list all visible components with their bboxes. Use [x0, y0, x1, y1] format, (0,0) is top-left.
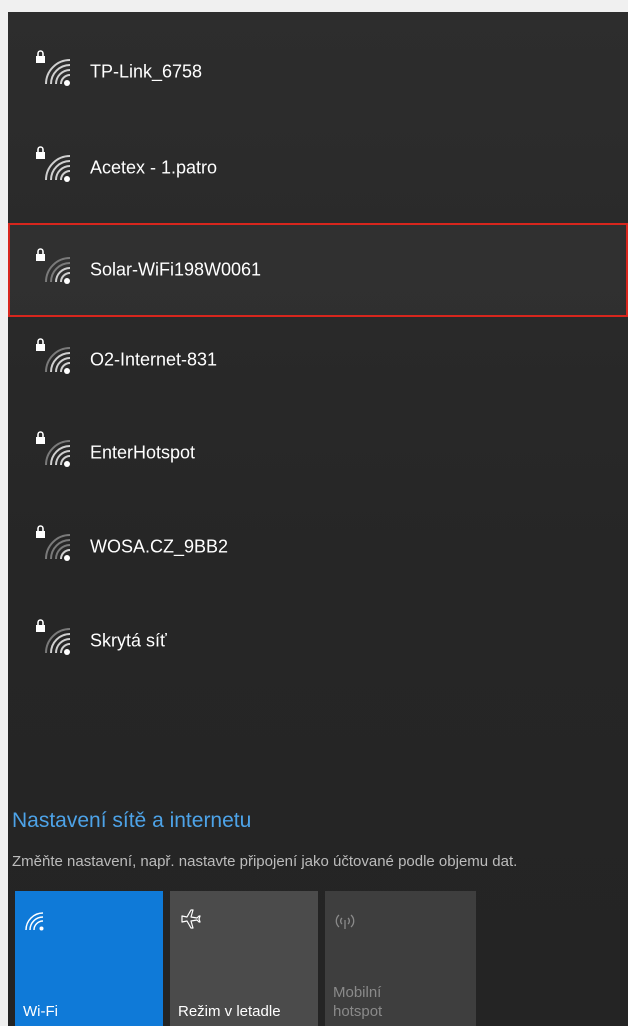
wifi-tile-label: Wi-Fi	[23, 1003, 58, 1020]
network-item[interactable]: TP-Link_6758	[8, 27, 628, 117]
network-item[interactable]: Acetex - 1.patro	[8, 123, 628, 213]
mobile-hotspot-tile[interactable]: Mobilní hotspot	[325, 891, 476, 1026]
airplane-tile-label: Režim v letadle	[178, 1003, 281, 1020]
secured-wifi-icon	[36, 431, 71, 467]
airplane-icon	[181, 909, 201, 929]
secured-wifi-icon	[36, 146, 71, 182]
network-name: O2-Internet-831	[90, 349, 218, 370]
network-item[interactable]: EnterHotspot	[8, 408, 628, 498]
hotspot-label-line2: hotspot	[333, 1003, 383, 1020]
network-name: Solar-WiFi198W0061	[90, 259, 262, 280]
network-name: WOSA.CZ_9BB2	[90, 536, 229, 557]
secured-wifi-icon	[36, 525, 71, 561]
network-item[interactable]: WOSA.CZ_9BB2	[8, 502, 628, 592]
hotspot-tile-label: Mobilní hotspot	[333, 983, 382, 1021]
secured-wifi-icon	[36, 619, 71, 655]
network-name: Acetex - 1.patro	[90, 157, 218, 178]
wifi-icon	[25, 912, 44, 931]
secured-wifi-icon	[36, 338, 71, 374]
network-name: Skrytá síť	[90, 630, 167, 651]
network-flyout: TP-Link_6758 Acetex - 1.patro Solar-WiFi…	[8, 12, 628, 1026]
network-name: EnterHotspot	[90, 442, 196, 463]
network-settings-link[interactable]: Nastavení sítě a internetu	[12, 809, 251, 833]
airplane-mode-tile[interactable]: Režim v letadle	[170, 891, 318, 1026]
network-settings-description: Změňte nastavení, např. nastavte připoje…	[12, 853, 518, 870]
network-item-selected[interactable]: Solar-WiFi198W0061	[8, 223, 628, 317]
network-item[interactable]: Skrytá síť	[8, 596, 628, 686]
secured-wifi-icon	[36, 248, 71, 284]
secured-wifi-icon	[36, 50, 71, 86]
wifi-toggle-tile[interactable]: Wi-Fi	[15, 891, 163, 1026]
hotspot-label-line1: Mobilní	[333, 984, 382, 1001]
hotspot-icon	[335, 914, 355, 929]
network-name: TP-Link_6758	[90, 61, 203, 82]
network-item[interactable]: O2-Internet-831	[8, 315, 628, 405]
